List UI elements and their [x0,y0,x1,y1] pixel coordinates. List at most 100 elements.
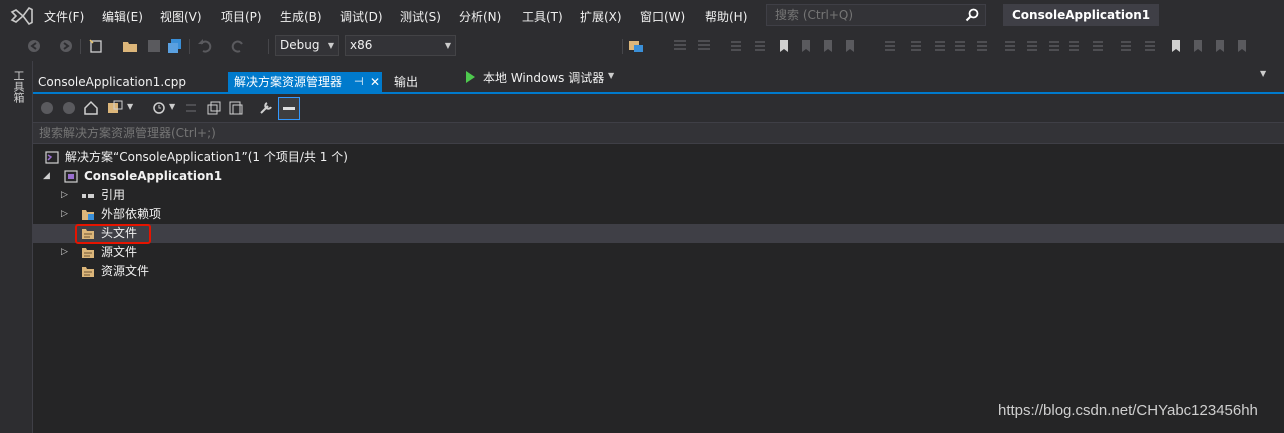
close-icon[interactable]: ✕ [370,72,380,92]
watermark: https://blog.csdn.net/CHYabc123456hh [998,402,1258,419]
folder-icon [82,267,94,277]
bookmark-next-icon [824,40,832,52]
tab-output[interactable]: 输出 [388,72,424,93]
menu-file[interactable]: 文件(F) [44,8,84,25]
navigate-forward-icon[interactable] [58,38,74,54]
comment-icon [731,41,741,51]
bookmark-icon[interactable] [1168,38,1184,54]
solution-icon [45,151,59,164]
menu-bar: 文件(F) 编辑(E) 视图(V) 项目(P) 生成(B) 调试(D) 测试(S… [0,0,1284,31]
chevron-down-icon: ▼ [444,41,451,50]
menu-help[interactable]: 帮助(H) [705,8,747,25]
chevron-down-icon[interactable]: ▼ [1260,69,1266,78]
platform-value: x86 [350,38,373,52]
solution-label: 解决方案“ConsoleApplication1”(1 个项目/共 1 个) [65,150,348,164]
home-icon[interactable] [83,100,99,116]
bookmark-prev-icon [1194,40,1202,52]
configuration-dropdown[interactable]: Debug ▼ [275,35,339,56]
format-icon [1027,41,1037,51]
bookmark-clear-icon [846,40,854,52]
switch-views-icon[interactable] [107,100,123,116]
menu-edit[interactable]: 编辑(E) [102,8,143,25]
browser-link-icon[interactable] [628,38,644,54]
tree-item-references[interactable]: ▷ 引用 [33,186,1284,205]
navigate-back-icon[interactable] [26,38,42,54]
red-highlight-annotation [75,224,151,244]
references-label: 引用 [101,188,126,202]
menu-view[interactable]: 视图(V) [160,8,202,25]
cpp-project-icon [64,170,78,183]
uncomment-icon [1145,41,1155,51]
search-input[interactable] [773,7,957,23]
menu-debug[interactable]: 调试(D) [340,8,383,25]
search-icon[interactable] [965,8,979,22]
menu-project[interactable]: 项目(P) [221,8,262,25]
menu-test[interactable]: 测试(S) [400,8,441,25]
menu-extensions[interactable]: 扩展(X) [580,8,622,25]
collapse-all-icon[interactable] [206,100,222,116]
project-title: ConsoleApplication1 [1003,4,1160,26]
bookmark-icon[interactable] [776,38,792,54]
quick-launch-search[interactable] [766,4,986,26]
tree-item-external-dependencies[interactable]: ▷ 外部依赖项 [33,205,1284,224]
collapsed-arrow-icon[interactable]: ▷ [61,243,68,262]
toolbox-strip [0,61,33,433]
new-project-icon[interactable] [88,38,104,54]
tab-solution-explorer-label: 解决方案资源管理器 [234,75,343,89]
format-icon [911,41,921,51]
chevron-down-icon[interactable]: ▼ [169,102,175,111]
sync-icon [186,104,196,112]
format-icon [885,41,895,51]
back-icon[interactable] [40,101,54,115]
solution-search-input[interactable] [37,125,441,141]
format-icon [1093,41,1103,51]
save-icon[interactable] [146,38,162,54]
chevron-down-icon: ▼ [327,41,334,50]
menu-tools[interactable]: 工具(T) [522,8,563,25]
save-all-icon[interactable] [167,38,183,54]
toolbox-tab[interactable]: 工具箱 [10,70,26,103]
external-dependencies-label: 外部依赖项 [101,207,162,221]
format-icon [935,41,945,51]
tree-item-project[interactable]: ◢ ConsoleApplication1 [33,167,1284,186]
solution-explorer-toolbar: ▼ ▼ [33,94,1284,122]
platform-dropdown[interactable]: x86 ▼ [345,35,456,56]
start-debugging-button[interactable]: 本地 Windows 调试器 [483,69,604,86]
open-file-icon[interactable] [122,38,138,54]
play-icon[interactable] [465,71,476,83]
collapsed-arrow-icon[interactable]: ▷ [61,205,68,224]
source-files-label: 源文件 [101,245,138,259]
references-icon [82,194,94,198]
pin-icon[interactable]: ⊣ [354,72,364,92]
undo-icon[interactable] [197,38,213,54]
redo-icon[interactable] [230,38,246,54]
collapsed-arrow-icon[interactable]: ▷ [61,186,68,205]
configuration-value: Debug [280,38,320,52]
bookmark-prev-icon [802,40,810,52]
tree-item-header-files[interactable]: 头文件 [33,224,1284,243]
tree-item-resource-files[interactable]: 资源文件 [33,262,1284,281]
format-icon [1005,41,1015,51]
expanded-arrow-icon[interactable]: ◢ [43,167,50,186]
menu-analyze[interactable]: 分析(N) [459,8,501,25]
tree-item-source-files[interactable]: ▷ 源文件 [33,243,1284,262]
tab-solution-explorer[interactable]: 解决方案资源管理器 ⊣ ✕ [228,72,382,93]
bookmark-next-icon [1216,40,1224,52]
menu-build[interactable]: 生成(B) [280,8,322,25]
chevron-down-icon[interactable]: ▼ [127,102,133,111]
show-all-files-icon[interactable] [228,100,244,116]
chevron-down-icon[interactable]: ▼ [608,71,614,80]
tab-cpp-file[interactable]: ConsoleApplication1.cpp [32,72,192,93]
standard-toolbar: Debug ▼ x86 ▼ 本地 Windows 调试器 ▼ ▼ [0,31,1284,85]
external-dependencies-icon [82,210,94,220]
menu-window[interactable]: 窗口(W) [640,8,685,25]
toolbar-disabled-icon [674,40,686,50]
project-label: ConsoleApplication1 [84,169,223,183]
solution-explorer-search[interactable] [33,122,1284,144]
format-icon [1069,41,1079,51]
preview-button[interactable] [278,97,300,120]
pending-changes-icon[interactable] [151,100,167,116]
properties-icon[interactable] [258,100,274,116]
tree-item-solution[interactable]: 解决方案“ConsoleApplication1”(1 个项目/共 1 个) [33,148,1284,167]
forward-icon[interactable] [62,101,76,115]
